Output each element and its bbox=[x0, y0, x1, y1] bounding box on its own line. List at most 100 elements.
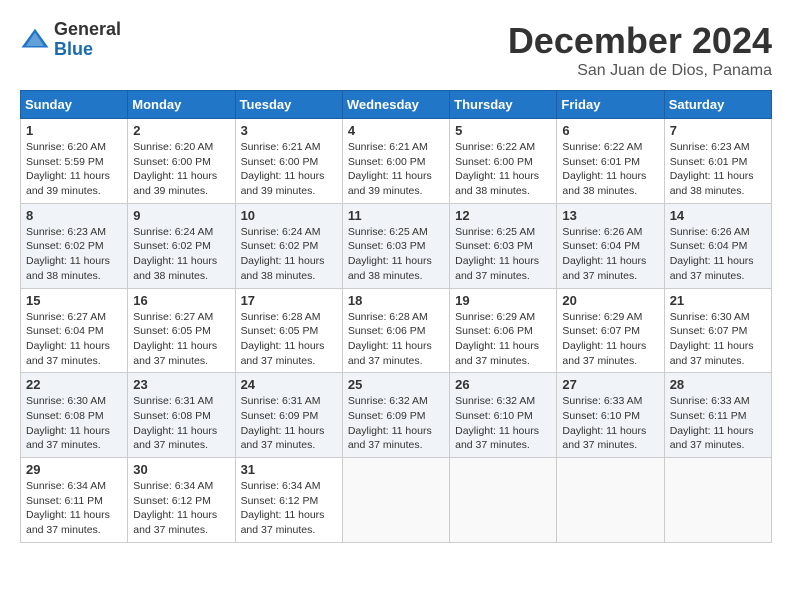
day-info: Sunrise: 6:21 AMSunset: 6:00 PMDaylight:… bbox=[348, 140, 444, 199]
day-number: 14 bbox=[670, 208, 766, 223]
calendar-cell: 23 Sunrise: 6:31 AMSunset: 6:08 PMDayligh… bbox=[128, 373, 235, 458]
calendar-week-row: 15Sunrise: 6:27 AMSunset: 6:04 PMDayligh… bbox=[21, 288, 772, 373]
header-sunday: Sunday bbox=[21, 91, 128, 119]
header-monday: Monday bbox=[128, 91, 235, 119]
day-number: 4 bbox=[348, 123, 444, 138]
day-number: 9 bbox=[133, 208, 229, 223]
day-info: Sunrise: 6:27 AMSunset: 6:04 PMDaylight:… bbox=[26, 310, 122, 369]
location-subtitle: San Juan de Dios, Panama bbox=[508, 62, 772, 80]
day-info: Sunrise: 6:34 AMSunset: 6:11 PMDaylight:… bbox=[26, 479, 122, 538]
day-number: 10 bbox=[241, 208, 337, 223]
day-number: 28 bbox=[670, 377, 766, 392]
day-number: 2 bbox=[133, 123, 229, 138]
day-info: Sunrise: 6:31 AMSunset: 6:08 PMDaylight:… bbox=[133, 394, 229, 453]
logo-icon bbox=[20, 25, 50, 55]
day-info: Sunrise: 6:23 AMSunset: 6:02 PMDaylight:… bbox=[26, 225, 122, 284]
calendar-cell: 5Sunrise: 6:22 AMSunset: 6:00 PMDaylight… bbox=[450, 119, 557, 204]
day-info: Sunrise: 6:29 AMSunset: 6:07 PMDaylight:… bbox=[562, 310, 658, 369]
calendar-cell: 27 Sunrise: 6:33 AMSunset: 6:10 PMDayligh… bbox=[557, 373, 664, 458]
day-info: Sunrise: 6:23 AMSunset: 6:01 PMDaylight:… bbox=[670, 140, 766, 199]
calendar-cell: 24Sunrise: 6:31 AMSunset: 6:09 PMDayligh… bbox=[235, 373, 342, 458]
day-info: Sunrise: 6:32 AMSunset: 6:10 PMDaylight:… bbox=[455, 394, 551, 453]
calendar-cell: 10 Sunrise: 6:24 AMSunset: 6:02 PMDayligh… bbox=[235, 203, 342, 288]
day-info: Sunrise: 6:26 AMSunset: 6:04 PMDaylight:… bbox=[562, 225, 658, 284]
calendar-cell bbox=[342, 458, 449, 543]
day-info: Sunrise: 6:33 AMSunset: 6:10 PMDaylight:… bbox=[562, 394, 658, 453]
day-number: 13 bbox=[562, 208, 658, 223]
calendar-cell: 17 Sunrise: 6:28 AMSunset: 6:05 PMDayligh… bbox=[235, 288, 342, 373]
calendar-table: SundayMondayTuesdayWednesdayThursdayFrid… bbox=[20, 90, 772, 543]
calendar-cell: 9 Sunrise: 6:24 AMSunset: 6:02 PMDaylight… bbox=[128, 203, 235, 288]
day-info: Sunrise: 6:22 AMSunset: 6:01 PMDaylight:… bbox=[562, 140, 658, 199]
calendar-cell: 7Sunrise: 6:23 AMSunset: 6:01 PMDaylight… bbox=[664, 119, 771, 204]
day-number: 25 bbox=[348, 377, 444, 392]
day-info: Sunrise: 6:20 AMSunset: 6:00 PMDaylight:… bbox=[133, 140, 229, 199]
calendar-cell bbox=[664, 458, 771, 543]
header-saturday: Saturday bbox=[664, 91, 771, 119]
calendar-cell: 8 Sunrise: 6:23 AMSunset: 6:02 PMDaylight… bbox=[21, 203, 128, 288]
day-info: Sunrise: 6:20 AMSunset: 5:59 PMDaylight:… bbox=[26, 140, 122, 199]
header-friday: Friday bbox=[557, 91, 664, 119]
day-number: 8 bbox=[26, 208, 122, 223]
page-header: General Blue December 2024 San Juan de D… bbox=[20, 20, 772, 80]
calendar-cell: 6Sunrise: 6:22 AMSunset: 6:01 PMDaylight… bbox=[557, 119, 664, 204]
calendar-cell: 30 Sunrise: 6:34 AMSunset: 6:12 PMDayligh… bbox=[128, 458, 235, 543]
day-info: Sunrise: 6:28 AMSunset: 6:06 PMDaylight:… bbox=[348, 310, 444, 369]
calendar-cell: 14 Sunrise: 6:26 AMSunset: 6:04 PMDayligh… bbox=[664, 203, 771, 288]
calendar-cell: 18 Sunrise: 6:28 AMSunset: 6:06 PMDayligh… bbox=[342, 288, 449, 373]
day-number: 17 bbox=[241, 293, 337, 308]
logo-general: General bbox=[54, 19, 121, 39]
day-number: 30 bbox=[133, 462, 229, 477]
calendar-week-row: 22Sunrise: 6:30 AMSunset: 6:08 PMDayligh… bbox=[21, 373, 772, 458]
day-number: 27 bbox=[562, 377, 658, 392]
calendar-cell: 3 Sunrise: 6:21 AMSunset: 6:00 PMDaylight… bbox=[235, 119, 342, 204]
day-info: Sunrise: 6:32 AMSunset: 6:09 PMDaylight:… bbox=[348, 394, 444, 453]
calendar-week-row: 8 Sunrise: 6:23 AMSunset: 6:02 PMDaylight… bbox=[21, 203, 772, 288]
calendar-cell: 1 Sunrise: 6:20 AMSunset: 5:59 PMDaylight… bbox=[21, 119, 128, 204]
calendar-cell: 19 Sunrise: 6:29 AMSunset: 6:06 PMDayligh… bbox=[450, 288, 557, 373]
day-info: Sunrise: 6:29 AMSunset: 6:06 PMDaylight:… bbox=[455, 310, 551, 369]
day-info: Sunrise: 6:30 AMSunset: 6:07 PMDaylight:… bbox=[670, 310, 766, 369]
day-info: Sunrise: 6:34 AMSunset: 6:12 PMDaylight:… bbox=[133, 479, 229, 538]
title-block: December 2024 San Juan de Dios, Panama bbox=[508, 20, 772, 80]
day-number: 24 bbox=[241, 377, 337, 392]
day-info: Sunrise: 6:26 AMSunset: 6:04 PMDaylight:… bbox=[670, 225, 766, 284]
day-info: Sunrise: 6:25 AMSunset: 6:03 PMDaylight:… bbox=[455, 225, 551, 284]
logo: General Blue bbox=[20, 20, 121, 60]
header-wednesday: Wednesday bbox=[342, 91, 449, 119]
calendar-cell: 25 Sunrise: 6:32 AMSunset: 6:09 PMDayligh… bbox=[342, 373, 449, 458]
calendar-cell: 2 Sunrise: 6:20 AMSunset: 6:00 PMDaylight… bbox=[128, 119, 235, 204]
calendar-week-row: 1 Sunrise: 6:20 AMSunset: 5:59 PMDaylight… bbox=[21, 119, 772, 204]
day-info: Sunrise: 6:33 AMSunset: 6:11 PMDaylight:… bbox=[670, 394, 766, 453]
calendar-cell: 4 Sunrise: 6:21 AMSunset: 6:00 PMDaylight… bbox=[342, 119, 449, 204]
day-info: Sunrise: 6:24 AMSunset: 6:02 PMDaylight:… bbox=[133, 225, 229, 284]
day-info: Sunrise: 6:22 AMSunset: 6:00 PMDaylight:… bbox=[455, 140, 551, 199]
day-number: 1 bbox=[26, 123, 122, 138]
day-info: Sunrise: 6:21 AMSunset: 6:00 PMDaylight:… bbox=[241, 140, 337, 199]
calendar-week-row: 29Sunrise: 6:34 AMSunset: 6:11 PMDayligh… bbox=[21, 458, 772, 543]
logo-blue: Blue bbox=[54, 39, 93, 59]
day-number: 23 bbox=[133, 377, 229, 392]
header-tuesday: Tuesday bbox=[235, 91, 342, 119]
day-number: 26 bbox=[455, 377, 551, 392]
day-number: 16 bbox=[133, 293, 229, 308]
day-number: 31 bbox=[241, 462, 337, 477]
day-info: Sunrise: 6:28 AMSunset: 6:05 PMDaylight:… bbox=[241, 310, 337, 369]
calendar-cell bbox=[557, 458, 664, 543]
day-info: Sunrise: 6:30 AMSunset: 6:08 PMDaylight:… bbox=[26, 394, 122, 453]
day-number: 19 bbox=[455, 293, 551, 308]
header-thursday: Thursday bbox=[450, 91, 557, 119]
day-info: Sunrise: 6:27 AMSunset: 6:05 PMDaylight:… bbox=[133, 310, 229, 369]
day-info: Sunrise: 6:34 AMSunset: 6:12 PMDaylight:… bbox=[241, 479, 337, 538]
day-info: Sunrise: 6:24 AMSunset: 6:02 PMDaylight:… bbox=[241, 225, 337, 284]
calendar-cell: 11Sunrise: 6:25 AMSunset: 6:03 PMDayligh… bbox=[342, 203, 449, 288]
calendar-cell: 13 Sunrise: 6:26 AMSunset: 6:04 PMDayligh… bbox=[557, 203, 664, 288]
day-number: 18 bbox=[348, 293, 444, 308]
calendar-cell bbox=[450, 458, 557, 543]
logo-text: General Blue bbox=[54, 20, 121, 60]
calendar-cell: 20Sunrise: 6:29 AMSunset: 6:07 PMDayligh… bbox=[557, 288, 664, 373]
day-number: 3 bbox=[241, 123, 337, 138]
calendar-header-row: SundayMondayTuesdayWednesdayThursdayFrid… bbox=[21, 91, 772, 119]
calendar-cell: 29Sunrise: 6:34 AMSunset: 6:11 PMDayligh… bbox=[21, 458, 128, 543]
day-number: 21 bbox=[670, 293, 766, 308]
